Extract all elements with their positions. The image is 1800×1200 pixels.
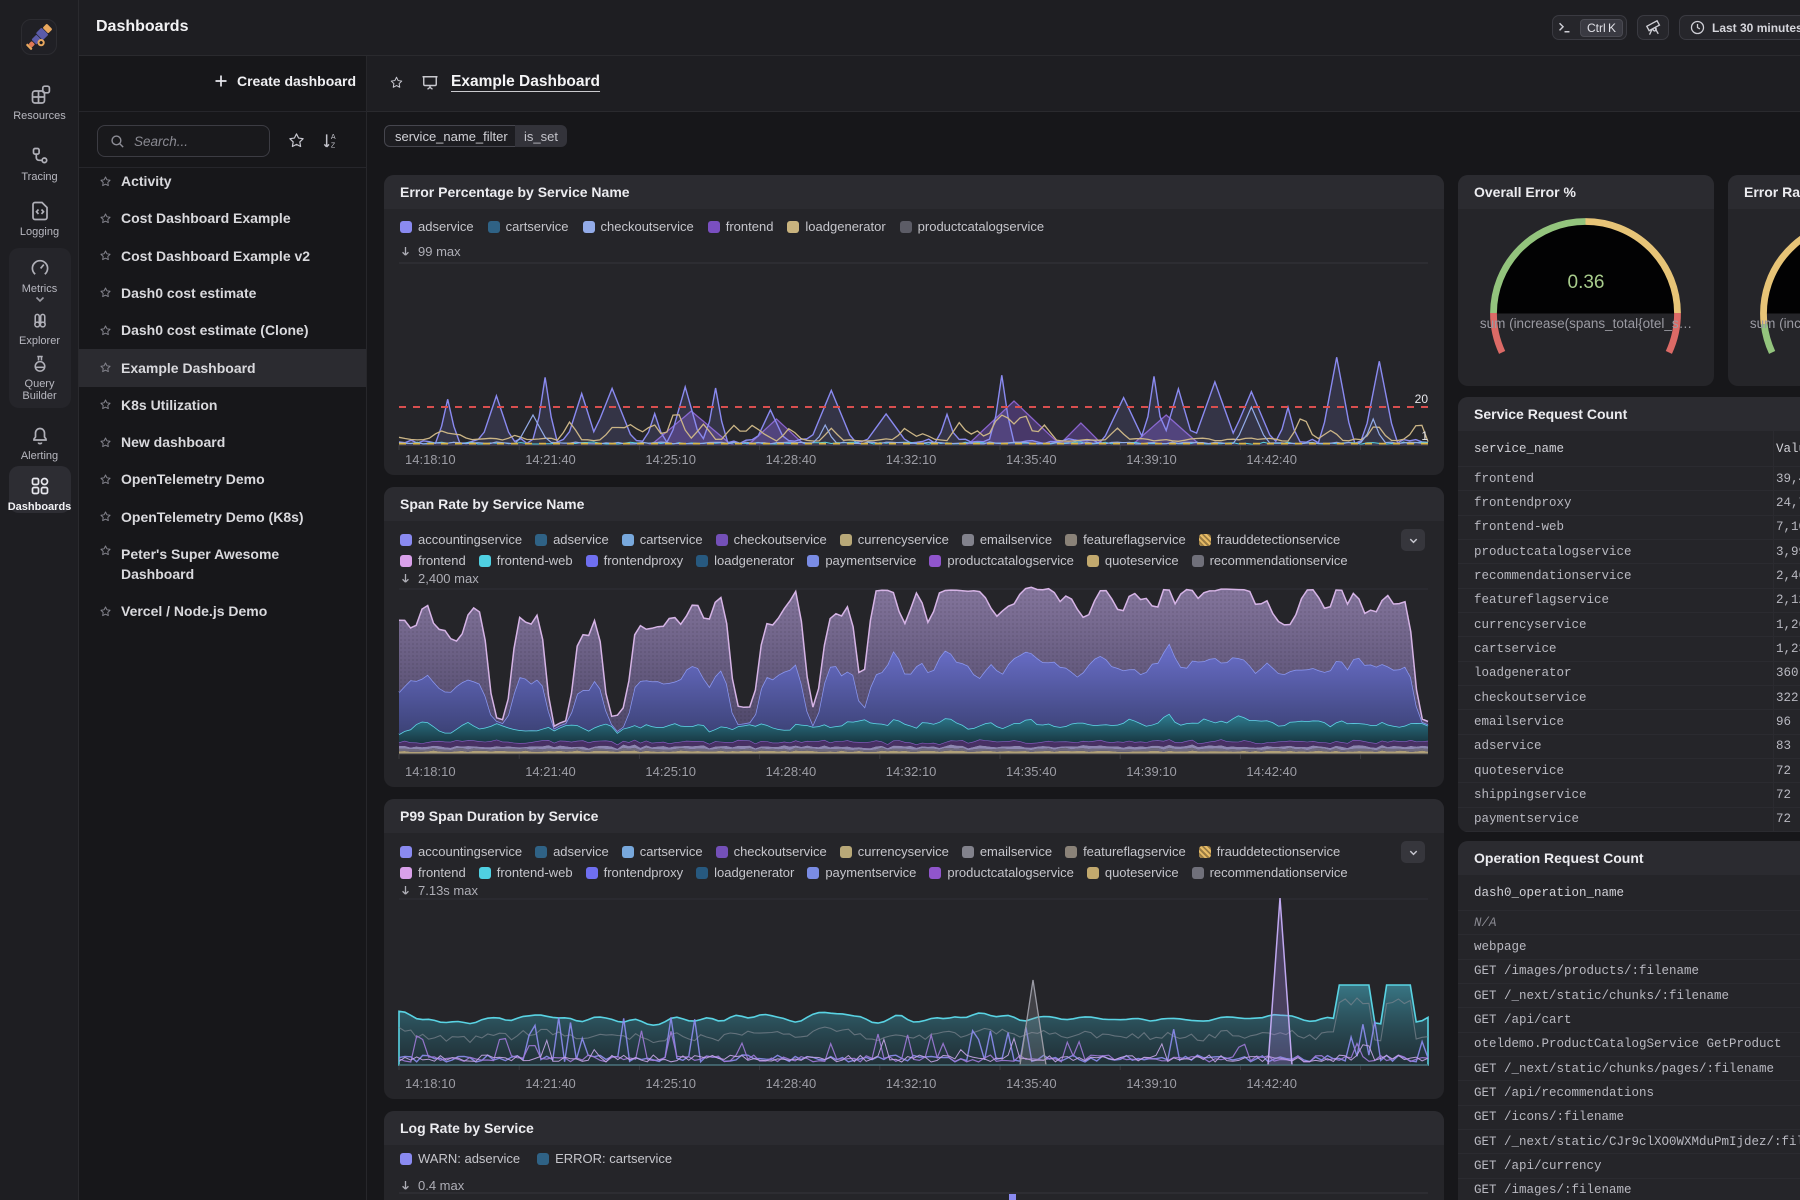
svg-text:Z: Z (331, 142, 336, 150)
svg-text:20: 20 (1415, 392, 1429, 406)
svg-text:1: 1 (1421, 429, 1428, 443)
svg-text:A: A (331, 133, 336, 141)
